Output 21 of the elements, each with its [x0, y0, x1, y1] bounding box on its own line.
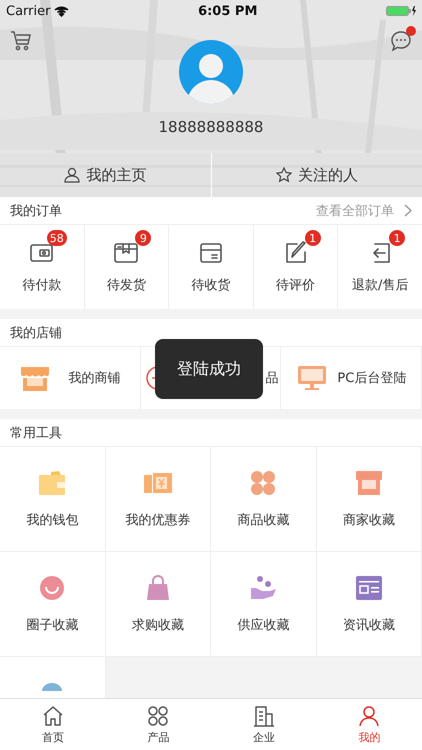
tool-item[interactable]: 我的钱包 — [0, 447, 106, 552]
count-badge: 1 — [304, 230, 321, 246]
tool-item[interactable]: 商品收藏 — [211, 447, 316, 552]
login-toast: 登陆成功 — [155, 339, 263, 399]
section-title: 我的店铺 — [10, 324, 62, 342]
status-time: 6:05 PM — [198, 4, 258, 18]
section-title: 我的订单 — [10, 202, 62, 220]
tool-item[interactable]: 求购收藏 — [106, 552, 211, 657]
store-item-label[interactable]: 品 — [265, 369, 278, 387]
carrier-label: Carrier — [6, 4, 50, 18]
profile-tab[interactable]: 关注的人 — [212, 153, 422, 197]
count-badge: 58 — [46, 230, 67, 246]
tool-item[interactable]: 供应收藏 — [211, 552, 316, 657]
tool-item[interactable]: 商家收藏 — [316, 447, 422, 552]
tool-item[interactable]: 圈子收藏 — [0, 552, 106, 657]
section-title: 常用工具 — [10, 424, 62, 442]
tool-item[interactable]: 资讯收藏 — [316, 552, 422, 657]
phone-number: 18888888888 — [158, 118, 264, 136]
count-badge: 1 — [389, 230, 406, 246]
tool-item[interactable]: 我的优惠券 — [106, 447, 211, 552]
count-badge: 9 — [135, 230, 152, 246]
